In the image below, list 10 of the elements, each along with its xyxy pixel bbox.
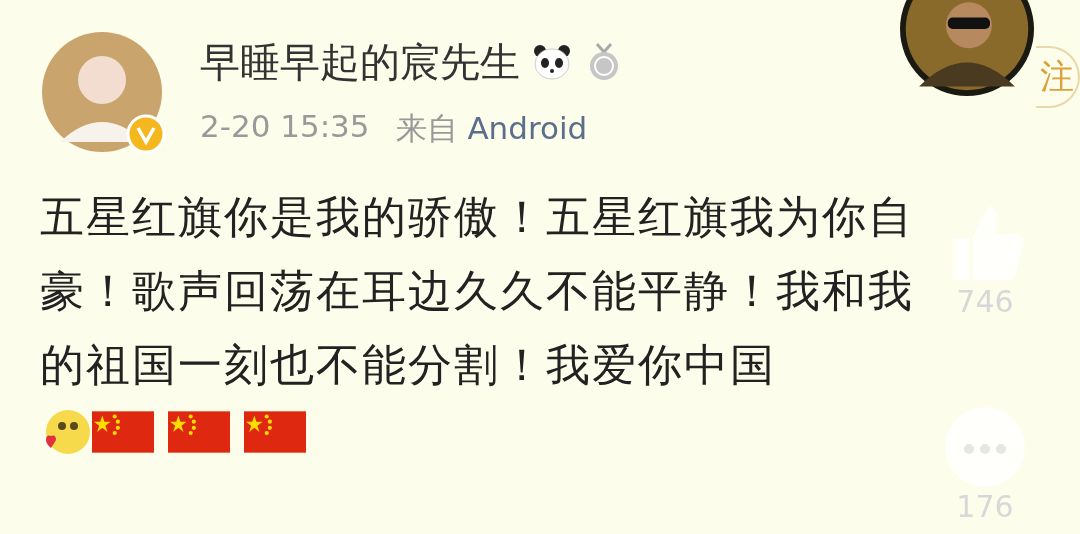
flag-icon [168, 409, 230, 455]
avatar[interactable] [900, 0, 1034, 96]
flag-icon [244, 409, 306, 455]
username[interactable]: 早睡早起的宸先生 [200, 34, 520, 90]
post-source: 来自 Android [395, 108, 588, 148]
more-icon[interactable] [943, 405, 1027, 489]
post-time: 2-20 15:35 [200, 107, 370, 146]
flag-icon [92, 409, 154, 455]
post-text: 五星红旗你是我的骄傲！五星红旗我为你自豪！歌声回荡在耳边久久不能平静！我和我的祖国一刻也不能分割！我爱你中国 [40, 190, 915, 392]
panda-icon [532, 42, 572, 82]
